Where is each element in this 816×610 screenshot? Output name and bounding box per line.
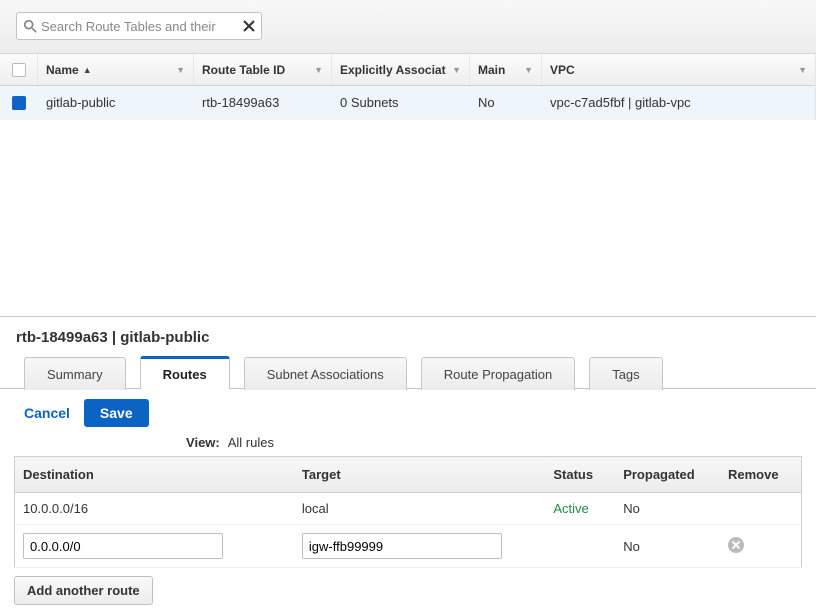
route-destination: 10.0.0.0/16: [15, 493, 294, 525]
header-main-label: Main: [478, 63, 505, 77]
row-checkbox-cell[interactable]: [0, 96, 38, 110]
chevron-down-icon[interactable]: ▼: [176, 65, 185, 75]
row-name: gitlab-public: [38, 95, 194, 110]
header-name[interactable]: Name ▲ ▼: [38, 54, 194, 85]
route-remove-cell: [720, 493, 802, 525]
route-status: Active: [545, 493, 615, 525]
search-box[interactable]: [16, 12, 262, 40]
header-name-label: Name: [46, 63, 79, 77]
add-another-route-button[interactable]: Add another route: [14, 576, 153, 605]
header-vpc-label: VPC: [550, 63, 575, 77]
row-main: No: [470, 95, 542, 110]
header-rtid-label: Route Table ID: [202, 63, 285, 77]
table-header-row: Name ▲ ▼ Route Table ID ▼ Explicitly Ass…: [0, 54, 815, 86]
clear-icon[interactable]: [243, 20, 255, 32]
header-main[interactable]: Main ▼: [470, 54, 542, 85]
chevron-down-icon[interactable]: ▼: [452, 65, 461, 75]
row-assoc: 0 Subnets: [332, 95, 470, 110]
remove-route-icon[interactable]: [728, 537, 744, 553]
header-checkbox[interactable]: [12, 63, 26, 77]
chevron-down-icon[interactable]: ▼: [798, 65, 807, 75]
save-button[interactable]: Save: [84, 399, 149, 427]
tab-subnet-associations[interactable]: Subnet Associations: [244, 357, 407, 390]
cancel-button[interactable]: Cancel: [24, 405, 70, 421]
header-assoc-label: Explicitly Associat: [340, 63, 446, 77]
routes-header-target: Target: [294, 457, 545, 493]
routes-header-row: Destination Target Status Propagated Rem…: [15, 457, 802, 493]
routes-header-status: Status: [545, 457, 615, 493]
header-explicitly-associated[interactable]: Explicitly Associat ▼: [332, 54, 470, 85]
action-row: Cancel Save: [0, 389, 816, 431]
routes-header-destination: Destination: [15, 457, 294, 493]
route-target-input[interactable]: [302, 533, 502, 559]
route-target: local: [294, 493, 545, 525]
search-input[interactable]: [37, 19, 241, 34]
search-icon: [23, 19, 37, 33]
search-bar: [0, 0, 816, 54]
route-propagated-edit: No: [615, 525, 720, 568]
view-value[interactable]: All rules: [228, 435, 274, 450]
header-route-table-id[interactable]: Route Table ID ▼: [194, 54, 332, 85]
tab-row: Summary Routes Subnet Associations Route…: [0, 356, 816, 389]
route-destination-input[interactable]: [23, 533, 223, 559]
detail-title: rtb-18499a63 | gitlab-public: [0, 317, 816, 356]
tab-summary[interactable]: Summary: [24, 357, 126, 390]
route-row-edit: No: [15, 525, 802, 568]
chevron-down-icon[interactable]: ▼: [314, 65, 323, 75]
routes-header-remove: Remove: [720, 457, 802, 493]
route-tables-list: Name ▲ ▼ Route Table ID ▼ Explicitly Ass…: [0, 54, 816, 120]
table-row[interactable]: gitlab-public rtb-18499a63 0 Subnets No …: [0, 86, 815, 120]
routes-table-wrap: Destination Target Status Propagated Rem…: [0, 456, 816, 568]
route-remove-edit-cell: [720, 525, 802, 568]
route-target-edit-cell: [294, 525, 545, 568]
tab-routes[interactable]: Routes: [140, 356, 230, 390]
chevron-down-icon[interactable]: ▼: [524, 65, 533, 75]
detail-panel: rtb-18499a63 | gitlab-public Summary Rou…: [0, 316, 816, 605]
route-status-edit: [545, 525, 615, 568]
header-vpc[interactable]: VPC ▼: [542, 54, 815, 85]
header-checkbox-cell[interactable]: [0, 54, 38, 85]
row-rtid: rtb-18499a63: [194, 95, 332, 110]
route-destination-edit-cell: [15, 525, 294, 568]
view-label: View:: [186, 435, 220, 450]
tab-tags[interactable]: Tags: [589, 357, 662, 390]
route-propagated: No: [615, 493, 720, 525]
route-row-static: 10.0.0.0/16 local Active No: [15, 493, 802, 525]
sort-asc-icon: ▲: [83, 65, 92, 75]
view-filter: View: All rules: [130, 431, 330, 456]
routes-header-propagated: Propagated: [615, 457, 720, 493]
tab-route-propagation[interactable]: Route Propagation: [421, 357, 575, 390]
row-checkbox-selected[interactable]: [12, 96, 26, 110]
routes-table: Destination Target Status Propagated Rem…: [14, 456, 802, 568]
row-vpc: vpc-c7ad5fbf | gitlab-vpc: [542, 95, 815, 110]
